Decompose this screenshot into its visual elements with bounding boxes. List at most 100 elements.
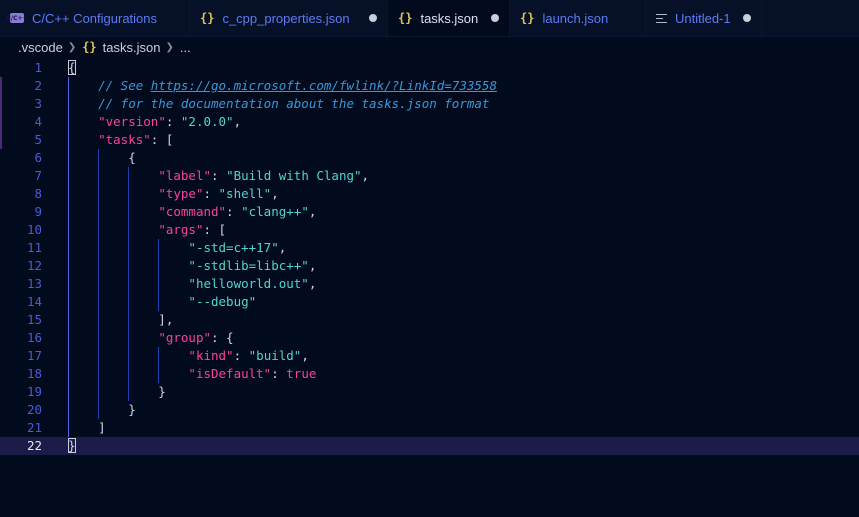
tab-label: Untitled-1 bbox=[675, 10, 731, 26]
code-token: , bbox=[301, 348, 309, 363]
code-token: "kind" bbox=[188, 348, 234, 363]
tab-cpp-configurations[interactable]: C/C++ C/C++ Configurations bbox=[0, 0, 190, 36]
code-line[interactable]: 13 "helloworld.out", bbox=[0, 275, 859, 293]
code-text: "--debug" bbox=[68, 293, 256, 311]
breadcrumb-folder[interactable]: .vscode bbox=[18, 40, 63, 55]
code-line[interactable]: 20 } bbox=[0, 401, 859, 419]
line-number: 1 bbox=[34, 60, 42, 75]
code-token: https://go.microsoft.com/fwlink/?LinkId=… bbox=[150, 78, 497, 93]
code-text: "-stdlib=libc++", bbox=[68, 257, 316, 275]
tab-bar: C/C++ C/C++ Configurations {} c_cpp_prop… bbox=[0, 0, 859, 37]
breadcrumb-more[interactable]: ... bbox=[180, 40, 191, 55]
unsaved-dot-icon[interactable] bbox=[743, 14, 751, 22]
code-token: "tasks" bbox=[98, 132, 151, 147]
code-line[interactable]: 2 // See https://go.microsoft.com/fwlink… bbox=[0, 77, 859, 95]
code-line[interactable]: 6 { bbox=[0, 149, 859, 167]
code-text: } bbox=[68, 401, 136, 419]
code-token: , bbox=[361, 168, 370, 183]
code-line[interactable]: 10 "args": [ bbox=[0, 221, 859, 239]
code-text: // See https://go.microsoft.com/fwlink/?… bbox=[68, 77, 497, 95]
code-text: } bbox=[68, 383, 166, 401]
code-line[interactable]: 17 "kind": "build", bbox=[0, 347, 859, 365]
line-number: 11 bbox=[26, 240, 42, 255]
matching-bracket: } bbox=[68, 438, 76, 453]
line-number: 21 bbox=[26, 420, 42, 435]
code-token: : [ bbox=[203, 222, 227, 237]
chevron-right-icon: ❯ bbox=[165, 41, 174, 53]
code-line[interactable]: 9 "command": "clang++", bbox=[0, 203, 859, 221]
code-text: "tasks": [ bbox=[68, 131, 173, 149]
tab-untitled-1[interactable]: Untitled-1 bbox=[646, 0, 762, 36]
code-line[interactable]: 18 "isDefault": true bbox=[0, 365, 859, 383]
code-text: "args": [ bbox=[68, 221, 226, 239]
text-file-icon bbox=[656, 13, 667, 23]
line-number: 9 bbox=[34, 204, 42, 219]
matching-bracket: { bbox=[68, 60, 76, 75]
code-token: : bbox=[203, 186, 219, 201]
breadcrumb-file[interactable]: tasks.json bbox=[103, 40, 161, 55]
code-token: "args" bbox=[158, 222, 204, 237]
code-line[interactable]: 16 "group": { bbox=[0, 329, 859, 347]
code-text: "version": "2.0.0", bbox=[68, 113, 241, 131]
unsaved-dot-icon[interactable] bbox=[491, 14, 499, 22]
code-token: "Build with Clang" bbox=[226, 168, 362, 183]
code-line[interactable]: 5 "tasks": [ bbox=[0, 131, 859, 149]
code-token: , bbox=[278, 240, 287, 255]
code-line[interactable]: 22} bbox=[0, 437, 859, 455]
code-line[interactable]: 4 "version": "2.0.0", bbox=[0, 113, 859, 131]
code-text: } bbox=[68, 437, 76, 455]
line-number: 7 bbox=[34, 168, 42, 183]
unsaved-dot-icon[interactable] bbox=[369, 14, 377, 22]
code-line[interactable]: 1{ bbox=[0, 59, 859, 77]
code-editor[interactable]: 1{2 // See https://go.microsoft.com/fwli… bbox=[0, 56, 859, 517]
code-token: : { bbox=[211, 330, 234, 345]
code-token: : bbox=[165, 114, 181, 129]
line-number: 2 bbox=[34, 78, 42, 93]
code-token: // for the documentation about the tasks… bbox=[68, 96, 490, 111]
code-token: "command" bbox=[158, 204, 227, 219]
code-line[interactable]: 15 ], bbox=[0, 311, 859, 329]
code-line[interactable]: 12 "-stdlib=libc++", bbox=[0, 257, 859, 275]
code-line[interactable]: 7 "label": "Build with Clang", bbox=[0, 167, 859, 185]
line-number: 19 bbox=[26, 384, 42, 399]
tab-c-cpp-properties[interactable]: {} c_cpp_properties.json bbox=[190, 0, 388, 36]
code-token: "group" bbox=[158, 330, 211, 345]
code-line[interactable]: 19 } bbox=[0, 383, 859, 401]
c-cpp-icon: C/C++ bbox=[6, 13, 28, 23]
code-token: { bbox=[68, 150, 136, 165]
code-line[interactable]: 3 // for the documentation about the tas… bbox=[0, 95, 859, 113]
code-text: "group": { bbox=[68, 329, 234, 347]
code-line[interactable]: 21 ] bbox=[0, 419, 859, 437]
line-number: 5 bbox=[34, 132, 42, 147]
code-token: "isDefault" bbox=[188, 366, 272, 381]
code-token: // See bbox=[68, 78, 151, 93]
code-token: "2.0.0" bbox=[180, 114, 234, 129]
code-token: , bbox=[271, 186, 279, 201]
code-line[interactable]: 11 "-std=c++17", bbox=[0, 239, 859, 257]
line-number: 16 bbox=[26, 330, 42, 345]
tab-label: launch.json bbox=[542, 10, 609, 26]
code-token: , bbox=[308, 204, 317, 219]
tab-launch-json[interactable]: {} launch.json bbox=[510, 0, 646, 36]
code-text: "-std=c++17", bbox=[68, 239, 286, 257]
code-token: "-std=c++17" bbox=[188, 240, 279, 255]
code-token: "shell" bbox=[218, 186, 272, 201]
code-token: , bbox=[233, 114, 242, 129]
tab-tasks-json[interactable]: {} tasks.json bbox=[388, 0, 510, 36]
code-line[interactable]: 8 "type": "shell", bbox=[0, 185, 859, 203]
code-line[interactable]: 14 "--debug" bbox=[0, 293, 859, 311]
code-token: } bbox=[68, 402, 136, 417]
code-text: // for the documentation about the tasks… bbox=[68, 95, 489, 113]
line-number: 18 bbox=[26, 366, 42, 381]
code-token: "version" bbox=[98, 114, 166, 129]
line-number: 14 bbox=[26, 294, 42, 309]
line-number: 17 bbox=[26, 348, 42, 363]
